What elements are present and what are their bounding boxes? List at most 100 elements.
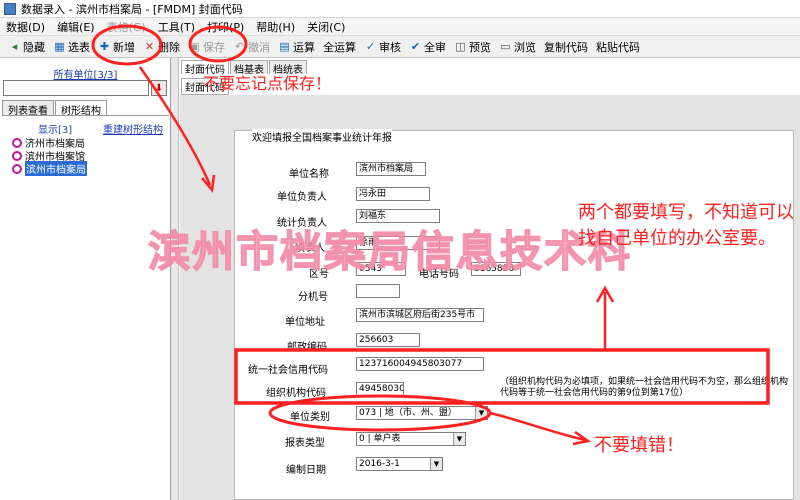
unit-search-input[interactable]: [3, 80, 149, 96]
paste-code-button[interactable]: 粘贴代码: [592, 37, 644, 57]
audit-all-button[interactable]: ✔ 全审: [405, 37, 450, 57]
form-header: 欢迎填报全国档案事业统计年报: [252, 129, 392, 144]
unit-tree: 济州市档案局 滨州市档案馆 滨州市档案局: [12, 136, 87, 176]
audit-label: 审核: [379, 40, 401, 54]
menu-data[interactable]: 数据(D): [0, 19, 51, 35]
audit-all-label: 全审: [424, 40, 446, 54]
watermark: 滨州市档案局信息技术科: [147, 226, 633, 277]
select-table-label: 选表: [68, 40, 90, 54]
preview-label: 预览: [469, 40, 491, 54]
menu-edit[interactable]: 编辑(E): [51, 19, 101, 35]
compute-all-label: 全运算: [323, 40, 356, 54]
menu-bar: 数据(D) 编辑(E) 表格(G) 工具(T) 打印(P) 帮助(H) 关闭(C…: [0, 18, 800, 36]
report-type-value: 0 | 单户表: [359, 434, 401, 444]
menu-help[interactable]: 帮助(H): [250, 19, 301, 35]
unit-type-select[interactable]: 073 | 地（市、州、盟） ▼: [356, 406, 488, 420]
save-label: 保存: [203, 40, 225, 54]
window-title: 数据录入 - 滨州市档案局 - [FMDM] 封面代码: [21, 2, 243, 16]
save-reminder-annotation: 不要忘记点保存！: [203, 74, 332, 93]
filter-icon: ⬇: [154, 82, 164, 94]
no-mistake-annotation: 不要填错！: [594, 435, 684, 456]
org-code-label: 组织机构代码: [266, 388, 326, 399]
browse-button[interactable]: ▭ 浏览: [495, 37, 540, 57]
browse-icon: ▭: [500, 40, 511, 53]
org-code-note: （组织机构代码为必填项，如果统一社会信用代码不为空，那么组织机构代码等于统一社会…: [500, 377, 789, 398]
postcode-label: 邮政编码: [287, 342, 327, 353]
copy-code-label: 复制代码: [544, 40, 588, 54]
postcode-field[interactable]: 256603: [356, 333, 420, 347]
check-icon: ✓: [365, 40, 376, 53]
unit-name-label: 单位名称: [289, 169, 329, 180]
report-type-label: 报表类型: [285, 438, 325, 449]
node-icon: [12, 150, 22, 161]
preview-button[interactable]: ◫ 预览: [450, 37, 495, 57]
left-tabs: 列表查看 树形结构: [2, 100, 169, 117]
all-units-link[interactable]: 所有单位[3/3]: [0, 66, 171, 81]
filter-button[interactable]: ⬇: [151, 80, 167, 96]
splitter[interactable]: [171, 58, 179, 500]
left-panel: 所有单位[3/3] ⬇ 列表查看 树形结构 显示[3] 重建树形结构 济州市档案…: [0, 58, 171, 500]
cancel-label: 撤消: [248, 40, 270, 54]
report-type-select[interactable]: 0 | 单户表 ▼: [356, 432, 466, 446]
show-count: 显示[3]: [38, 125, 73, 136]
menu-print[interactable]: 打印(P): [201, 19, 250, 35]
delete-button[interactable]: ✕ 删除: [139, 37, 184, 57]
toolbar: ◂ 隐藏 ▦ 选表 ✚ 新增 ✕ 删除 ▣ 保存 ↶ 撤消 ▤ 运算 全运算 ✓ 审核 ✔ 全审 …: [0, 36, 800, 58]
node-icon: [12, 163, 22, 174]
title-bar: 数据录入 - 滨州市档案局 - [FMDM] 封面代码: [0, 0, 800, 18]
browse-label: 浏览: [514, 40, 536, 54]
hide-icon: ◂: [11, 40, 18, 53]
add-label: 新增: [113, 40, 135, 54]
menu-tools[interactable]: 工具(T): [152, 19, 201, 35]
menu-close[interactable]: 关闭(C): [301, 19, 351, 35]
address-label: 单位地址: [285, 317, 325, 328]
compute-button[interactable]: ▤ 运算: [274, 37, 319, 57]
tree-item[interactable]: 滨州市档案局: [12, 161, 87, 176]
preview-icon: ◫: [455, 40, 466, 53]
save-icon: ▣: [189, 40, 200, 53]
hide-label: 隐藏: [23, 40, 45, 54]
unit-type-label: 单位类别: [290, 412, 330, 423]
delete-label: 删除: [158, 40, 180, 54]
add-button[interactable]: ✚ 新增: [94, 37, 139, 57]
table-icon: ▦: [54, 40, 65, 53]
rebuild-tree-link[interactable]: 重建树形结构: [103, 121, 163, 136]
date-label: 编制日期: [286, 465, 326, 476]
menu-table[interactable]: 表格(G): [101, 19, 152, 35]
unit-type-value: 073 | 地（市、州、盟）: [359, 408, 457, 418]
chevron-down-icon: ▼: [453, 433, 465, 445]
chevron-down-icon: ▼: [430, 458, 442, 470]
unit-name-field[interactable]: 滨州市档案局: [356, 162, 426, 176]
save-button[interactable]: ▣ 保存: [184, 37, 229, 57]
tree-item-label: 滨州市档案局: [25, 161, 87, 176]
check-all-icon: ✔: [410, 40, 421, 53]
select-table-button[interactable]: ▦ 选表: [49, 37, 94, 57]
hide-button[interactable]: ◂ 隐藏: [4, 37, 49, 57]
node-icon: [12, 137, 22, 148]
ext-label: 分机号: [298, 292, 328, 303]
org-code-field[interactable]: 494580307: [356, 382, 404, 396]
compute-all-button[interactable]: 全运算: [319, 37, 360, 57]
unit-head-label: 单位负责人: [277, 192, 327, 203]
compute-label: 运算: [293, 40, 315, 54]
delete-icon: ✕: [144, 40, 155, 53]
tab-tree-view[interactable]: 树形结构: [55, 100, 107, 117]
credit-code-field[interactable]: 123716004945803077: [356, 357, 484, 371]
date-picker[interactable]: 2016-3-1 ▼: [356, 457, 443, 471]
app-icon: [4, 2, 16, 15]
add-icon: ✚: [99, 40, 110, 53]
unit-head-field[interactable]: 冯永田: [356, 187, 430, 201]
chevron-down-icon: ▼: [475, 407, 487, 419]
cancel-button[interactable]: ↶ 撤消: [229, 37, 274, 57]
address-field[interactable]: 滨州市滨城区府后街235号市: [356, 308, 484, 322]
paste-code-label: 粘贴代码: [596, 40, 640, 54]
credit-code-label: 统一社会信用代码: [248, 365, 328, 376]
tab-list-view[interactable]: 列表查看: [2, 100, 54, 117]
compute-icon: ▤: [279, 40, 290, 53]
ext-field[interactable]: [356, 284, 400, 298]
copy-code-button[interactable]: 复制代码: [540, 37, 592, 57]
undo-icon: ↶: [234, 40, 245, 53]
date-value: 2016-3-1: [359, 459, 400, 469]
audit-button[interactable]: ✓ 审核: [360, 37, 405, 57]
fill-both-annotation: 两个都要填写，不知道可以找自己单位的办公室要。: [578, 202, 794, 249]
